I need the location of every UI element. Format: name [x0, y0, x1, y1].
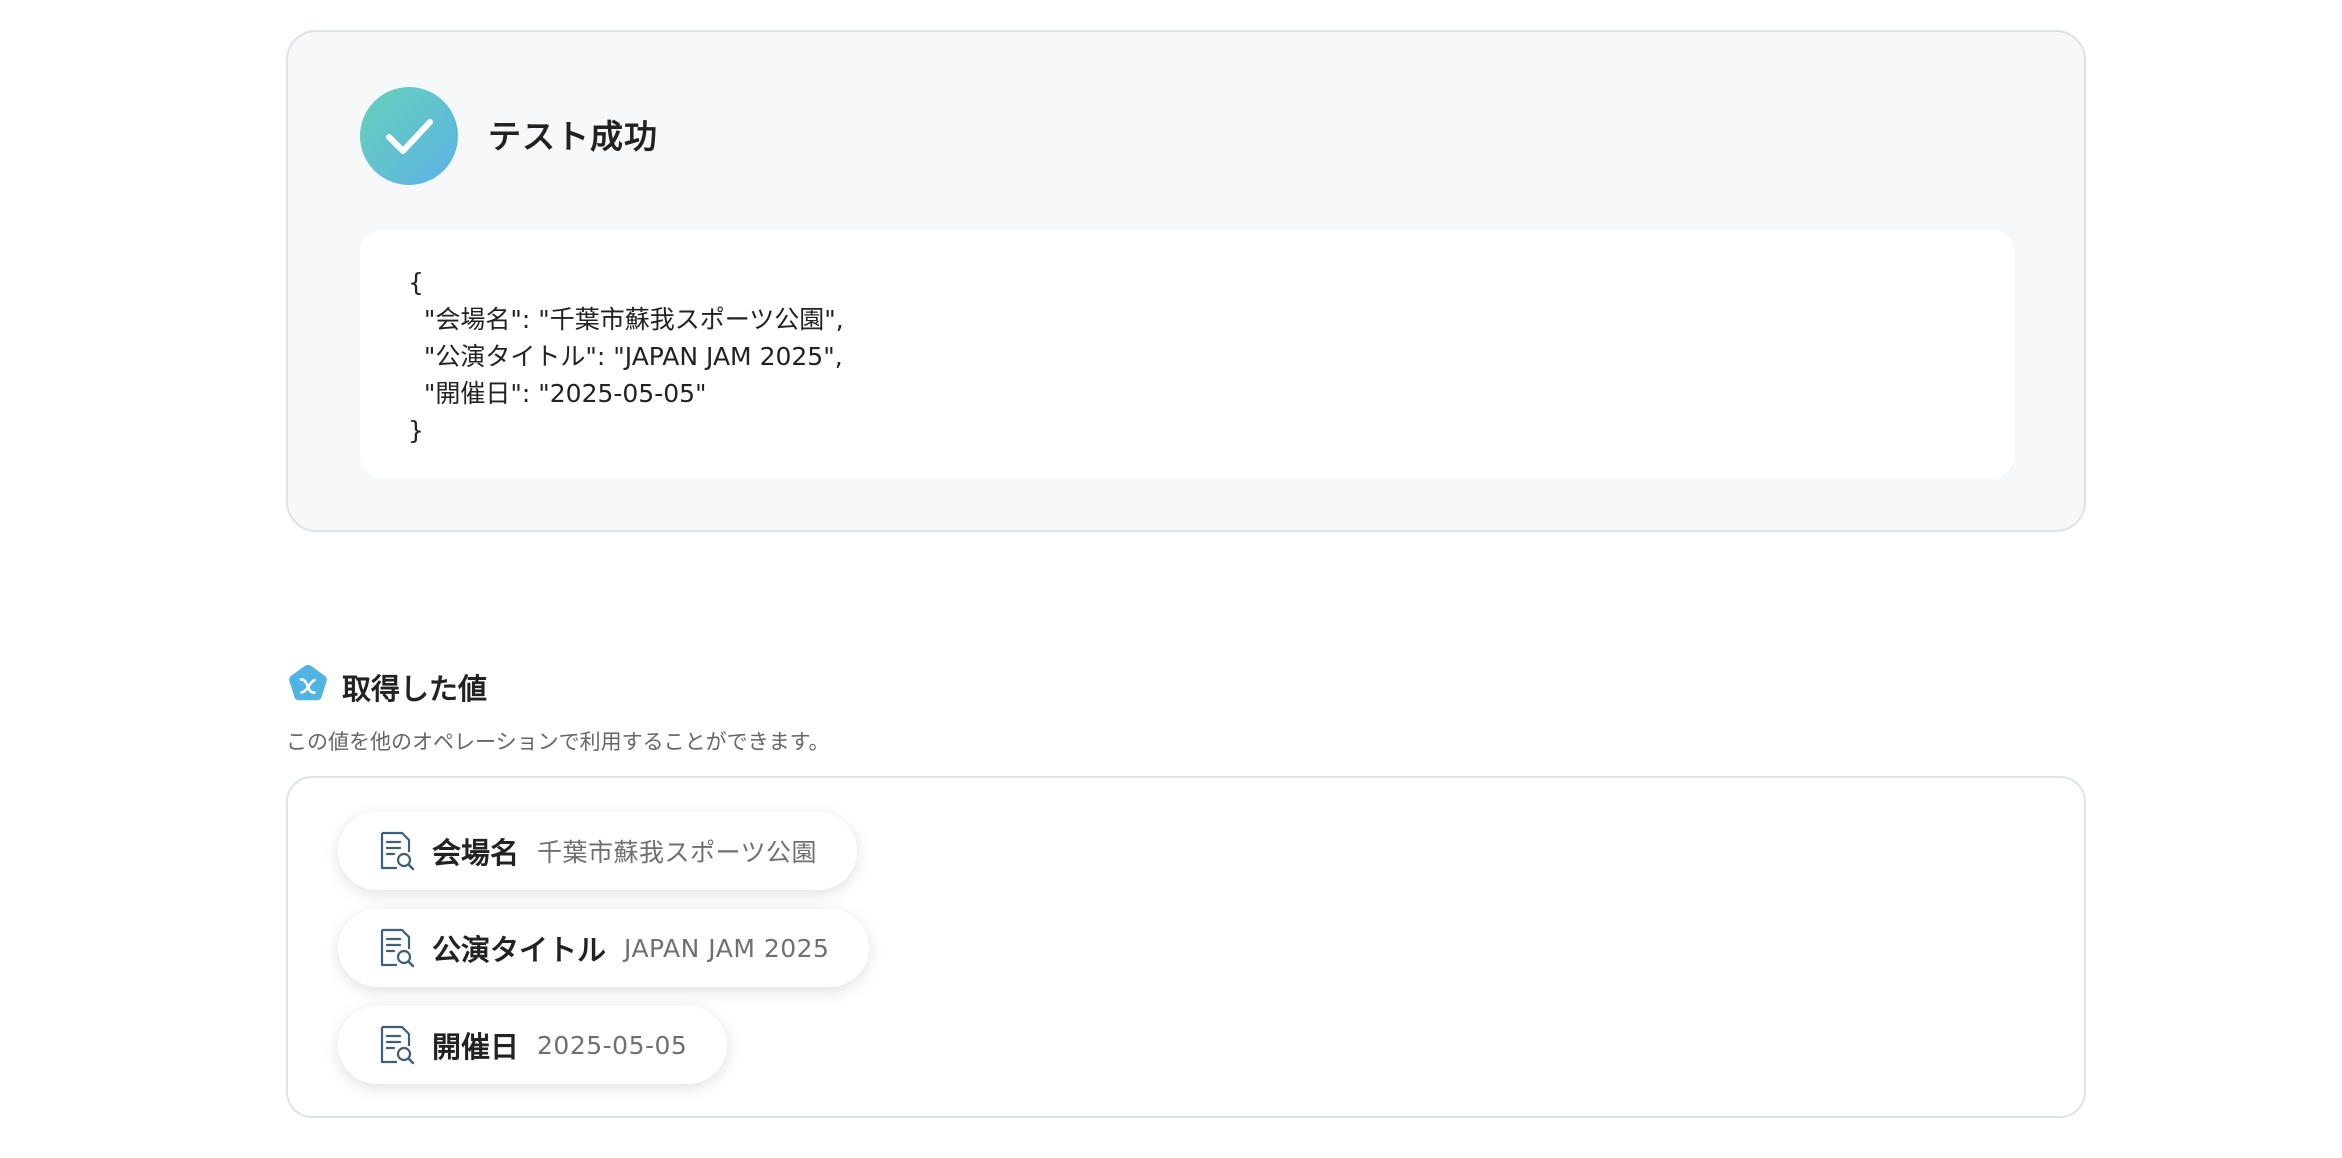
document-search-icon — [380, 1025, 415, 1065]
value-chip-label: 開催日 — [432, 1030, 520, 1064]
retrieved-values-card: 会場名 千葉市蘇我スポーツ公園 公演タイトル JAPAN JAM 2025 開催… — [286, 776, 2086, 1118]
document-search-icon — [380, 928, 415, 968]
value-chip-label: 会場名 — [432, 836, 520, 870]
section-title: 取得した値 — [342, 672, 488, 706]
value-chip-value: 2025-05-05 — [537, 1030, 688, 1060]
value-chip-title[interactable]: 公演タイトル JAPAN JAM 2025 — [338, 909, 870, 987]
value-chip-date[interactable]: 開催日 2025-05-05 — [338, 1006, 728, 1084]
check-circle-icon — [360, 87, 458, 185]
value-chip-label: 公演タイトル — [432, 933, 607, 967]
json-line: "開催日": "2025-05-05" — [408, 379, 707, 408]
json-output: { "会場名": "千葉市蘇我スポーツ公園", "公演タイトル": "JAPAN… — [360, 230, 2014, 478]
json-line: } — [408, 416, 424, 445]
variable-x-pentagon-icon — [289, 665, 327, 701]
status-title: テスト成功 — [488, 117, 658, 156]
json-line: { — [408, 268, 424, 297]
page: テスト成功 { "会場名": "千葉市蘇我スポーツ公園", "公演タイトル": … — [0, 0, 2342, 1158]
json-line: "会場名": "千葉市蘇我スポーツ公園", — [408, 305, 844, 334]
document-search-icon — [380, 831, 415, 871]
value-chip-value: JAPAN JAM 2025 — [624, 933, 830, 963]
value-chip-value: 千葉市蘇我スポーツ公園 — [537, 838, 818, 867]
section-description: この値を他のオペレーションで利用することができます。 — [286, 730, 830, 754]
test-result-card: テスト成功 { "会場名": "千葉市蘇我スポーツ公園", "公演タイトル": … — [286, 30, 2086, 532]
json-line: "公演タイトル": "JAPAN JAM 2025", — [408, 342, 843, 371]
value-chip-venue[interactable]: 会場名 千葉市蘇我スポーツ公園 — [338, 812, 858, 890]
